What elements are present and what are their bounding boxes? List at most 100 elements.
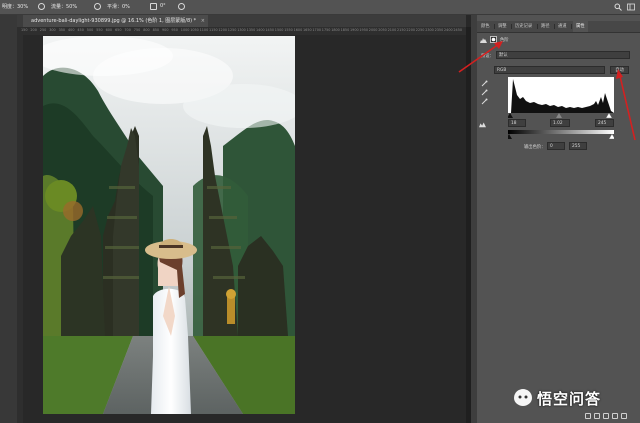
flow-setting[interactable]: 流量：50% <box>51 3 77 10</box>
input-shadow-field[interactable]: 18 <box>508 119 526 127</box>
ruler-tick-label: 2100 <box>387 28 397 32</box>
ruler-tick-label: 1200 <box>218 28 228 32</box>
annotation-arrow-left <box>458 41 503 73</box>
ruler-tick-label: 1950 <box>359 28 369 32</box>
ruler-tick-label: 1300 <box>237 28 246 32</box>
ruler-tick-label: 1800 <box>331 28 340 32</box>
ruler-tick-label: 350 <box>58 28 66 32</box>
ruler-tick-label: 800 <box>143 28 150 32</box>
ruler-tick-label: 1650 <box>303 28 312 32</box>
annotation-arrow-right <box>616 69 636 141</box>
panel-tab-bar: 颜色 调整 历史记录 路径 通道 属性 <box>477 21 640 33</box>
ruler-tick-label: 1500 <box>274 28 284 32</box>
document-tab-title: adventure-bali-daylight-930899.jpg @ 16.… <box>31 18 197 24</box>
input-midtone-value: 1.02 <box>553 121 563 126</box>
ruler-tick-label: 950 <box>171 28 178 32</box>
ruler-tick-label: 300 <box>49 28 56 32</box>
visibility-icon[interactable] <box>612 413 618 419</box>
tools-panel <box>0 15 18 423</box>
input-midtone-field[interactable]: 1.02 <box>550 119 570 127</box>
ruler-tick-label: 1150 <box>209 28 218 32</box>
tab-paths[interactable]: 路径 <box>541 21 550 32</box>
ruler-tick-label: 2250 <box>415 28 425 32</box>
pressure-size-icon[interactable] <box>178 3 185 10</box>
ruler-tick-label: 1000 <box>180 28 190 32</box>
ruler-tick-label: 1100 <box>199 28 209 32</box>
ruler-tick-label: 1550 <box>284 28 293 32</box>
ruler-tick-label: 2350 <box>434 28 444 32</box>
ruler-tick-label: 700 <box>124 28 131 32</box>
ruler-tick-label: 2450 <box>453 28 463 32</box>
ruler-tick-label: 1600 <box>293 28 303 32</box>
input-highlight-value: 245 <box>598 121 607 126</box>
smoothing-options-icon[interactable] <box>150 3 157 10</box>
clip-to-layer-icon[interactable] <box>585 413 591 419</box>
brush-angle-field[interactable]: 0° <box>160 3 166 9</box>
ruler-tick-label: 1750 <box>321 28 331 32</box>
ruler-tick-label: 250 <box>39 28 47 32</box>
output-high-value: 255 <box>572 144 581 149</box>
watermark-logo-icon <box>514 389 532 406</box>
output-low-value: 0 <box>550 144 553 149</box>
ruler-tick-label: 2000 <box>368 28 378 32</box>
reset-icon[interactable] <box>603 413 609 419</box>
ruler-tick-label: 1850 <box>340 28 350 32</box>
tab-channels[interactable]: 通道 <box>558 21 567 32</box>
ruler-tick-label: 1900 <box>350 28 359 32</box>
input-levels-sliders[interactable] <box>508 113 614 118</box>
ruler-tick-label: 2050 <box>378 28 387 32</box>
ruler-tick-label: 1250 <box>227 28 237 32</box>
ruler-tick-label: 200 <box>30 28 37 32</box>
tab-adjustments[interactable]: 调整 <box>498 21 507 32</box>
opacity-setting[interactable]: 明度：30% <box>2 3 28 10</box>
ruler-tick-label: 2400 <box>444 28 453 32</box>
ruler-tick-label: 1350 <box>246 28 256 32</box>
ruler-tick-label: 900 <box>162 28 169 32</box>
delete-icon[interactable] <box>621 413 627 419</box>
ruler-tick-label: 2200 <box>406 28 416 32</box>
workspace-icon[interactable] <box>627 3 635 11</box>
ruler-tick-label: 1700 <box>312 28 322 32</box>
bali-gate-photo <box>43 36 295 414</box>
black-point-eyedropper-icon[interactable] <box>481 80 488 87</box>
levels-histogram <box>508 77 614 113</box>
output-high-field[interactable]: 255 <box>569 142 587 150</box>
ruler-tick-label: 650 <box>115 28 122 32</box>
ruler-tick-label: 1450 <box>265 28 275 32</box>
output-low-field[interactable]: 0 <box>547 142 565 150</box>
document-tab-bar: adventure-bali-daylight-930899.jpg @ 16.… <box>17 15 466 27</box>
ruler-tick-label: 2150 <box>397 28 406 32</box>
tab-color[interactable]: 颜色 <box>481 21 490 32</box>
input-shadow-value: 18 <box>511 121 517 126</box>
ruler-tick-label: 1400 <box>256 28 265 32</box>
preset-select[interactable]: 默认 <box>496 51 630 59</box>
tab-history[interactable]: 历史记录 <box>515 21 532 32</box>
tab-properties[interactable]: 属性 <box>573 21 588 32</box>
ruler-tick-label: 550 <box>96 28 103 32</box>
watermark: 悟空问答 <box>512 386 632 410</box>
ruler-tick-label: 450 <box>77 28 84 32</box>
ruler-tick-label: 1050 <box>190 28 199 32</box>
document-image[interactable] <box>43 36 295 414</box>
ruler-tick-label: 2300 <box>425 28 434 32</box>
ruler-tick-label: 150 <box>21 28 28 32</box>
histogram-graph <box>508 79 614 113</box>
document-tab[interactable]: adventure-bali-daylight-930899.jpg @ 16.… <box>23 15 208 27</box>
search-icon[interactable] <box>614 3 622 11</box>
ruler-tick-label: 400 <box>68 28 75 32</box>
close-tab-icon[interactable]: × <box>201 15 205 27</box>
ruler-tick-label: 850 <box>152 28 160 32</box>
ruler-tick-label: 750 <box>133 28 141 32</box>
view-previous-icon[interactable] <box>594 413 600 419</box>
ruler-tick-label: 500 <box>86 28 94 32</box>
airbrush-icon[interactable] <box>94 3 101 10</box>
ruler-tick-label: 600 <box>105 28 113 32</box>
white-point-eyedropper-icon[interactable] <box>481 98 488 105</box>
output-levels-sliders[interactable] <box>508 134 614 139</box>
pressure-opacity-icon[interactable] <box>38 3 45 10</box>
watermark-text: 悟空问答 <box>537 390 602 408</box>
gray-point-eyedropper-icon[interactable] <box>481 89 488 96</box>
clipping-warning-icon[interactable] <box>479 121 486 128</box>
smoothing-setting[interactable]: 平滑：0% <box>107 3 130 10</box>
options-bar: 明度：30% 流量：50% 平滑：0% 0° <box>0 0 640 15</box>
